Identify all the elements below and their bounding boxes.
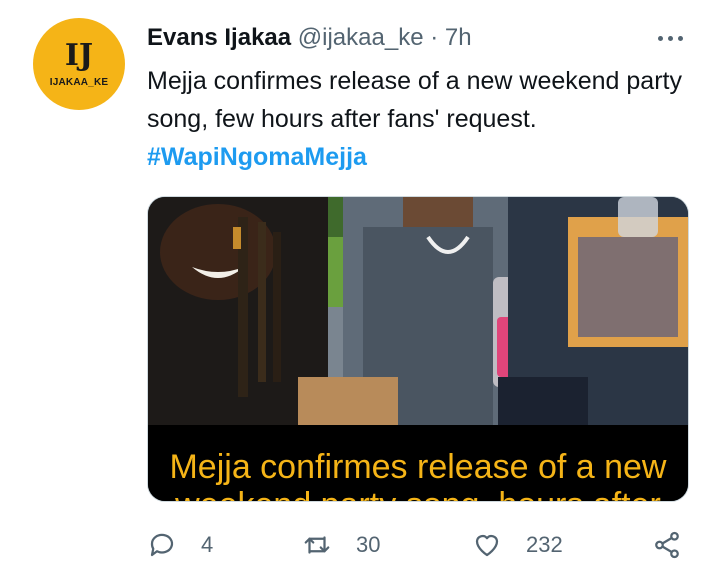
reply-count: 4 <box>201 532 214 557</box>
tweet-time[interactable]: 7h <box>445 24 472 51</box>
tweet-body: Mejja confirmes release of a new weekend… <box>147 67 682 133</box>
author-name[interactable]: Evans Ijakaa <box>147 24 291 51</box>
share-button[interactable] <box>652 525 682 565</box>
header-separator: · <box>423 24 445 51</box>
author-handle[interactable]: @ijakaa_ke <box>298 24 424 51</box>
media-caption-line2: weekend party song, hours after <box>148 487 688 501</box>
media-caption-line1: Mejja confirmes release of a new <box>169 448 667 486</box>
more-icon-dot <box>667 35 673 41</box>
tweet-header: Evans Ijakaa @ijakaa_ke · 7h <box>147 22 472 54</box>
share-icon <box>655 531 679 559</box>
more-icon-dot <box>677 35 683 41</box>
author-avatar[interactable]: IJ IJAKAA_KE <box>33 18 125 110</box>
reply-button[interactable]: 4 <box>147 525 213 565</box>
hashtag-link[interactable]: #WapiNgomaMejja <box>147 138 692 176</box>
like-count: 232 <box>526 532 563 557</box>
retweet-count: 30 <box>356 532 381 557</box>
avatar-handle-text: IJAKAA_KE <box>49 76 109 88</box>
avatar-logo-text: IJ <box>64 37 94 73</box>
heart-icon <box>475 534 499 557</box>
like-button[interactable]: 232 <box>472 525 563 565</box>
more-options-button[interactable] <box>650 26 690 50</box>
tweet-actions: 4 30 232 <box>147 525 692 565</box>
tweet-media[interactable]: Mejja confirmes release of a new weekend… <box>147 196 689 502</box>
reply-icon <box>150 533 174 557</box>
more-icon <box>657 35 663 41</box>
tweet-text: Mejja confirmes release of a new weekend… <box>147 62 692 176</box>
retweet-icon <box>304 536 330 554</box>
retweet-button[interactable]: 30 <box>302 525 380 565</box>
